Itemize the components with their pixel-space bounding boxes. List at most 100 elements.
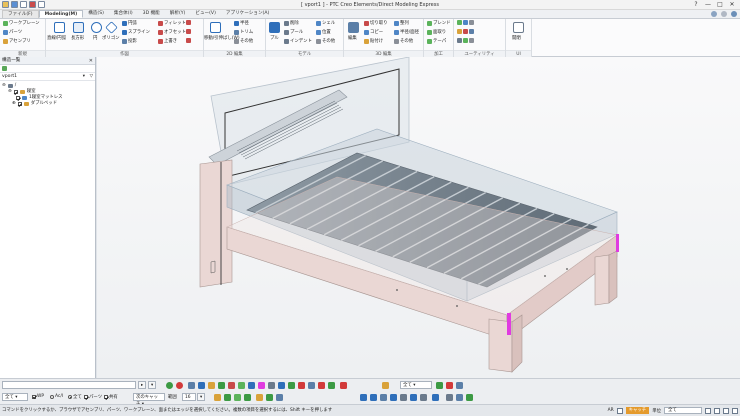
tab-assembly[interactable]: 集合体(I): [109, 10, 138, 18]
viewport-selector[interactable]: vport1 ▾ ▽: [0, 73, 95, 81]
info-icon[interactable]: [731, 11, 737, 17]
catch-mode-select[interactable]: 次のキャッチ ▾: [133, 393, 165, 407]
cancel-icon[interactable]: [176, 382, 183, 389]
highlight-icon[interactable]: [258, 382, 265, 389]
expand-icon[interactable]: ⊖: [2, 83, 6, 89]
tab-application[interactable]: アプリケーション(A): [221, 10, 274, 18]
option-shared[interactable]: 共有: [104, 394, 118, 400]
pool-button[interactable]: プール: [284, 29, 303, 35]
workplane-button[interactable]: ワークプレーン: [3, 20, 40, 26]
wireframe-icon[interactable]: [278, 382, 285, 389]
delete-button[interactable]: 削除: [284, 20, 299, 26]
render-shaded-icon[interactable]: [456, 394, 463, 401]
close-button[interactable]: ✕: [726, 0, 738, 9]
shaded-icon[interactable]: [268, 382, 275, 389]
edit2d-more-button[interactable]: その他: [234, 38, 253, 44]
paste-button[interactable]: 貼付け: [364, 38, 383, 44]
filter-icon[interactable]: [2, 66, 7, 71]
view-back-icon[interactable]: [432, 394, 439, 401]
tab-analysis[interactable]: 解析(Y): [165, 10, 191, 18]
annotation-icon[interactable]: [318, 382, 325, 389]
copy-button[interactable]: コピー: [364, 29, 383, 35]
bed-model-drawing[interactable]: [97, 56, 740, 378]
edit-icon[interactable]: [348, 22, 359, 33]
filter-remove-icon[interactable]: [446, 382, 453, 389]
minimize-button[interactable]: —: [702, 0, 714, 9]
project-button[interactable]: 投影: [122, 38, 137, 44]
open-close-icon[interactable]: [513, 22, 524, 33]
help-button[interactable]: ?: [690, 0, 702, 9]
option-wp[interactable]: WP: [32, 394, 44, 399]
tab-view[interactable]: ビュー(V): [190, 10, 221, 18]
trim-button[interactable]: トリム: [234, 29, 253, 35]
clip-icon[interactable]: [298, 382, 305, 389]
view-pan-icon[interactable]: [380, 394, 387, 401]
utility-tool-1[interactable]: [457, 20, 474, 25]
visibility-checkbox[interactable]: [13, 90, 18, 94]
catch-badge[interactable]: キャッチ: [625, 407, 650, 414]
tab-structure[interactable]: 構造(S): [83, 10, 109, 18]
option-parts[interactable]: パーツ: [84, 394, 102, 400]
pick-icon[interactable]: [188, 382, 195, 389]
option-acl[interactable]: Ac/l: [50, 394, 63, 399]
command-history-button[interactable]: ▾: [148, 381, 157, 389]
arc-button[interactable]: 円弧: [122, 20, 137, 26]
measure-tool-icon[interactable]: [308, 382, 315, 389]
command-input[interactable]: [2, 381, 136, 389]
hide-icon[interactable]: [266, 394, 273, 401]
invert-select-icon[interactable]: [244, 394, 251, 401]
overwrite-button[interactable]: 上書き: [158, 38, 177, 44]
help-icon[interactable]: [711, 11, 717, 17]
view-rotate-icon[interactable]: [390, 394, 397, 401]
align-button[interactable]: 整列: [394, 20, 409, 26]
model-more-button[interactable]: その他: [316, 38, 335, 44]
chevron-down-icon[interactable]: ▾: [83, 73, 85, 81]
range-stepper[interactable]: ▾: [197, 393, 206, 401]
section-view-icon[interactable]: [288, 382, 295, 389]
indent-button[interactable]: インデント: [284, 38, 312, 44]
command-run-button[interactable]: ▸: [138, 381, 147, 389]
utility-tool-2[interactable]: [457, 29, 474, 34]
polygon-icon[interactable]: [105, 21, 118, 34]
rotate-icon[interactable]: [208, 382, 215, 389]
filter-clear-icon[interactable]: [456, 382, 463, 389]
tab-modeling[interactable]: Modeling(M): [38, 10, 84, 18]
move-stretch-icon[interactable]: [210, 22, 221, 33]
circle-icon[interactable]: [91, 22, 102, 33]
blend-button[interactable]: ブレンド: [427, 20, 451, 26]
point-tool-button[interactable]: [186, 29, 191, 34]
assembly-button[interactable]: アセンブリ: [3, 38, 31, 44]
cut-button[interactable]: 切り取り: [364, 20, 388, 26]
parts-checkbox[interactable]: [84, 395, 88, 399]
front-view-icon[interactable]: [228, 382, 235, 389]
unit-select[interactable]: 全て: [664, 407, 702, 414]
snap-icon[interactable]: [328, 382, 335, 389]
render-mode-icon[interactable]: [446, 394, 453, 401]
tree-node-double-bed[interactable]: ⊕ ダブルベッド: [2, 101, 93, 107]
tab-file[interactable]: ファイル(F): [2, 10, 39, 18]
3d-viewport[interactable]: [97, 56, 740, 378]
tab-3d-features[interactable]: 3D 機能: [138, 10, 165, 18]
panel-close-icon[interactable]: ✕: [89, 57, 93, 65]
isolate-icon[interactable]: [276, 394, 283, 401]
maximize-button[interactable]: □: [714, 0, 726, 9]
utility-tool-3[interactable]: [457, 38, 474, 43]
pan-icon[interactable]: [198, 382, 205, 389]
side-view-icon[interactable]: [238, 382, 245, 389]
edit3d-more-button[interactable]: その他: [394, 38, 413, 44]
foot-leg[interactable]: [594, 254, 610, 306]
render-edges-icon[interactable]: [466, 394, 473, 401]
visibility-checkbox[interactable]: [16, 96, 20, 100]
taper-button[interactable]: テーパ: [427, 38, 446, 44]
selected-edge-foot[interactable]: [616, 234, 619, 252]
grid-snap-icon[interactable]: [340, 382, 347, 389]
snap-toggle-icon[interactable]: [616, 407, 623, 414]
headboard-post-left[interactable]: [199, 159, 233, 288]
spline-button[interactable]: スプライン: [122, 29, 150, 35]
toggle-icon-4[interactable]: [732, 407, 738, 414]
cursor-icon[interactable]: [382, 382, 389, 389]
visibility-icon[interactable]: [256, 394, 263, 401]
dimension-tool-button[interactable]: [186, 38, 191, 43]
selected-edge-front[interactable]: [507, 313, 511, 335]
expand-icon[interactable]: ⊕: [12, 101, 16, 107]
